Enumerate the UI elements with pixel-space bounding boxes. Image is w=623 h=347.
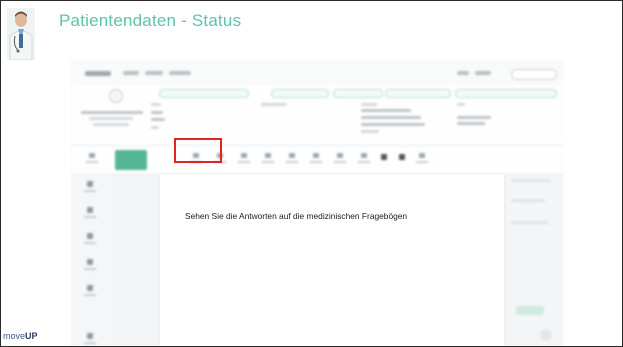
- slide-title: Patientendaten - Status: [59, 11, 242, 30]
- toolbar-item: [357, 152, 371, 166]
- header-value: [361, 116, 421, 119]
- patient-avatar: [109, 89, 123, 103]
- toolbar-item: [309, 152, 323, 166]
- header-label: [361, 103, 377, 106]
- toolbar-item: [285, 152, 299, 166]
- sidebar-item: [84, 259, 96, 273]
- toolbar-active-item: [115, 150, 147, 170]
- slide: Patientendaten - Status Sehen Sie die An…: [0, 0, 623, 347]
- highlight-box: [174, 138, 222, 163]
- moveup-logo: moveUP: [3, 331, 38, 341]
- header-label: [151, 103, 161, 106]
- sidebar-item: [84, 285, 96, 299]
- sidebar-item: [84, 207, 96, 221]
- logo-text-bold: UP: [25, 331, 38, 341]
- toolbar-item: [399, 154, 405, 160]
- dialog-text: Sehen Sie die Antworten auf die medizini…: [185, 211, 408, 221]
- app-nav-link: [123, 71, 139, 75]
- questionnaire-dialog: Sehen Sie die Antworten auf die medizini…: [160, 174, 504, 346]
- header-field: [455, 89, 557, 98]
- header-value: [361, 123, 425, 126]
- app-nav-link: [145, 71, 163, 75]
- patient-detail: [93, 123, 129, 126]
- toolbar-item: [261, 152, 275, 166]
- toolbar-item: [381, 154, 387, 160]
- app-nav-link: [475, 71, 491, 75]
- header-value: [457, 122, 485, 125]
- app-logo-icon: [85, 71, 111, 76]
- user-menu-icon: [511, 69, 557, 80]
- logo-text-light: move: [3, 331, 26, 341]
- app-nav-link: [457, 71, 469, 75]
- header-value: [361, 109, 411, 112]
- app-nav-link: [169, 71, 191, 75]
- sidebar-item: [84, 233, 96, 247]
- help-icon: [540, 329, 552, 341]
- toolbar-item: [237, 152, 251, 166]
- app-patient-header: [71, 85, 563, 145]
- sidebar-item: [84, 181, 96, 195]
- app-sidebar: [71, 173, 111, 346]
- header-value: [151, 111, 163, 114]
- header-label: [457, 103, 465, 106]
- side-panel-button: [516, 306, 544, 315]
- side-panel-line: [511, 179, 551, 182]
- app-topbar: [71, 61, 563, 85]
- header-value: [151, 118, 165, 121]
- toolbar-item: [333, 152, 347, 166]
- header-field: [159, 89, 249, 98]
- app-toolbar: [71, 145, 563, 175]
- patient-detail: [89, 117, 133, 120]
- side-panel-line: [511, 221, 549, 224]
- doctor-avatar-icon: [7, 8, 35, 61]
- header-field: [333, 89, 383, 98]
- side-panel-line: [511, 199, 545, 202]
- patient-name: [81, 111, 143, 114]
- header-label: [261, 103, 287, 106]
- header-value: [457, 116, 491, 119]
- header-value: [151, 126, 159, 129]
- toolbar-item: [415, 152, 429, 166]
- sidebar-item: [84, 333, 96, 346]
- header-field: [271, 89, 329, 98]
- toolbar-item: [85, 152, 99, 166]
- header-value: [361, 130, 379, 133]
- header-field: [385, 89, 451, 98]
